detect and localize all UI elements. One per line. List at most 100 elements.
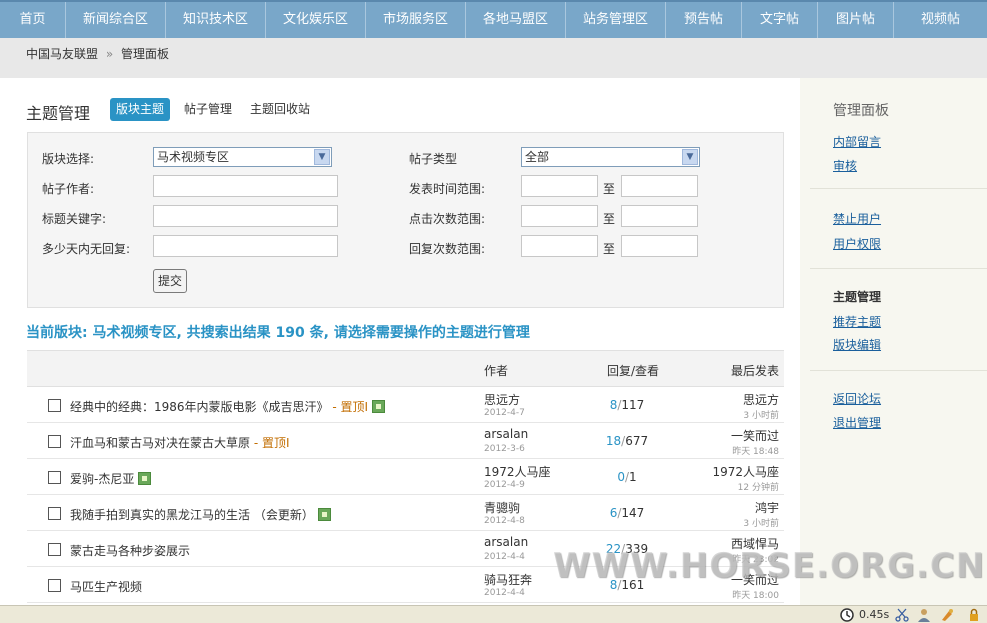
post-type-select[interactable]: 全部 ▼ xyxy=(521,147,700,167)
row-checkbox[interactable] xyxy=(48,543,61,556)
row-checkbox[interactable] xyxy=(48,471,61,484)
forum-select-value: 马术视频专区 xyxy=(157,150,230,164)
sidebar-link-recommend[interactable]: 推荐主题 xyxy=(833,313,881,330)
nav-home[interactable]: 首页 xyxy=(0,2,66,38)
topic-title-text[interactable]: 蒙古走马各种步姿展示 xyxy=(70,544,190,558)
image-attachment-icon xyxy=(138,472,152,485)
time-to-input[interactable] xyxy=(621,175,698,197)
result-summary: 当前版块: 马术视频专区, 共搜索出结果 190 条, 请选择需要操作的主题进行… xyxy=(26,325,530,341)
view-count: 677 xyxy=(625,434,649,448)
chevron-down-icon: ▼ xyxy=(314,149,330,165)
topic-title[interactable]: 汗血马和蒙古马对决在蒙古大草原 - 置顶I xyxy=(70,434,290,451)
topic-title-text[interactable]: 汗血马和蒙古马对决在蒙古大草原 xyxy=(70,436,250,450)
reply-count: 18 xyxy=(605,434,622,448)
last-post-user[interactable]: 一笑而过 xyxy=(731,427,779,444)
topic-author[interactable]: 青骢驹 xyxy=(484,499,520,516)
chevron-down-icon: ▼ xyxy=(682,149,698,165)
nav-image[interactable]: 图片帖 xyxy=(818,2,894,38)
main-panel: 主题管理 版块主题 帖子管理 主题回收站 版块选择: 马术视频专区 ▼ 帖子类型… xyxy=(0,78,800,608)
sidebar-link-ban-user[interactable]: 禁止用户 xyxy=(833,210,881,227)
replies-to-input[interactable] xyxy=(621,235,698,257)
tab-recycle-bin[interactable]: 主题回收站 xyxy=(244,98,316,121)
nav-text[interactable]: 文字帖 xyxy=(742,2,818,38)
sidebar-link-forum-edit[interactable]: 版块编辑 xyxy=(833,336,881,353)
topic-title-text[interactable]: 我随手拍到真实的黑龙江马的生活 （会更新） xyxy=(70,508,314,522)
image-attachment-icon xyxy=(317,508,331,521)
sidebar-link-audit[interactable]: 审核 xyxy=(833,157,857,174)
tab-forum-topics[interactable]: 版块主题 xyxy=(110,98,171,121)
topic-author[interactable]: 1972人马座 xyxy=(484,463,551,480)
nav-culture[interactable]: 文化娱乐区 xyxy=(266,2,366,38)
sidebar-section-topics: 主题管理 xyxy=(833,290,882,304)
topic-title[interactable]: 爱驹-杰尼亚 xyxy=(70,470,152,487)
view-count: 117 xyxy=(621,398,645,412)
header-last-post: 最后发表 xyxy=(730,364,779,378)
topic-author[interactable]: 思远方 xyxy=(484,391,520,408)
keyword-input[interactable] xyxy=(153,205,338,227)
row-checkbox[interactable] xyxy=(48,507,61,520)
replies-from-input[interactable] xyxy=(521,235,598,257)
topic-title-text[interactable]: 马匹生产视频 xyxy=(70,580,142,594)
table-row: 经典中的经典：1986年内蒙版电影《成吉思汗》 - 置顶I 思远方 2012-4-7… xyxy=(27,387,784,423)
breadcrumb-separator: » xyxy=(105,47,114,61)
last-post-user[interactable]: 鸿宇 xyxy=(755,499,779,516)
time-from-input[interactable] xyxy=(521,175,598,197)
last-post-user[interactable]: 思远方 xyxy=(743,391,779,408)
time-range-label: 发表时间范围: xyxy=(409,182,486,196)
header-stats: 回复/查看 xyxy=(607,364,660,378)
topic-date: 2012-4-4 xyxy=(484,552,525,562)
clicks-from-input[interactable] xyxy=(521,205,598,227)
tab-post-manage[interactable]: 帖子管理 xyxy=(178,98,238,121)
row-checkbox[interactable] xyxy=(48,399,61,412)
lock-icon[interactable] xyxy=(967,608,981,622)
scissors-icon[interactable] xyxy=(895,608,909,622)
site-watermark: WWW.HORSE.ORG.CN xyxy=(553,546,986,586)
last-post-user[interactable]: 1972人马座 xyxy=(712,463,779,480)
user-icon[interactable] xyxy=(917,608,931,622)
topic-title-text[interactable]: 经典中的经典：1986年内蒙版电影《成吉思汗》 xyxy=(70,400,329,414)
table-row: 爱驹-杰尼亚 1972人马座 2012-4-9 0/1 1972人马座 12 分钟前 xyxy=(27,459,784,495)
replies-to-label: 至 xyxy=(603,242,616,256)
topic-author[interactable]: 骑马狂奔 xyxy=(484,571,532,588)
sidebar-link-permissions[interactable]: 用户权限 xyxy=(833,235,881,252)
nav-tech[interactable]: 知识技术区 xyxy=(166,2,266,38)
topic-title-text[interactable]: 爱驹-杰尼亚 xyxy=(70,472,134,486)
topic-stats: 0/1 xyxy=(587,470,667,484)
plugin-icon[interactable] xyxy=(940,608,954,622)
breadcrumb-current: 管理面板 xyxy=(121,47,170,61)
sidebar-link-back-forum[interactable]: 返回论坛 xyxy=(833,390,881,407)
nav-video[interactable]: 视频帖 xyxy=(894,2,987,38)
sidebar-link-messages[interactable]: 内部留言 xyxy=(833,133,881,150)
timer-icon xyxy=(840,608,854,622)
author-input[interactable] xyxy=(153,175,338,197)
last-post-time: 12 分钟前 xyxy=(737,483,779,493)
sidebar-title: 管理面板 xyxy=(833,103,889,119)
nav-market[interactable]: 市场服务区 xyxy=(366,2,466,38)
replies-range-label: 回复次数范围: xyxy=(409,242,486,256)
forum-select[interactable]: 马术视频专区 ▼ xyxy=(153,147,332,167)
view-count: 1 xyxy=(629,470,637,484)
sidebar-link-logout[interactable]: 退出管理 xyxy=(833,414,881,431)
nav-preview[interactable]: 预告帖 xyxy=(666,2,742,38)
time-to-label: 至 xyxy=(603,182,616,196)
topic-author[interactable]: arsalan xyxy=(484,535,528,549)
nav-admin[interactable]: 站务管理区 xyxy=(566,2,666,38)
topic-title[interactable]: 我随手拍到真实的黑龙江马的生活 （会更新） xyxy=(70,506,331,523)
topic-title[interactable]: 马匹生产视频 xyxy=(70,578,142,595)
nav-regional[interactable]: 各地马盟区 xyxy=(466,2,566,38)
nav-news[interactable]: 新闻综合区 xyxy=(66,2,166,38)
last-post-time: 昨天 18:48 xyxy=(732,447,779,457)
topic-author[interactable]: arsalan xyxy=(484,427,528,441)
topic-date: 2012-4-8 xyxy=(484,516,525,526)
submit-button[interactable]: 提交 xyxy=(153,269,187,293)
sidebar-divider xyxy=(810,268,987,269)
clicks-to-label: 至 xyxy=(603,212,616,226)
topic-title[interactable]: 蒙古走马各种步姿展示 xyxy=(70,542,190,559)
row-checkbox[interactable] xyxy=(48,579,61,592)
last-post-time: 3 小时前 xyxy=(743,411,779,421)
clicks-to-input[interactable] xyxy=(621,205,698,227)
row-checkbox[interactable] xyxy=(48,435,61,448)
noreply-days-input[interactable] xyxy=(153,235,338,257)
breadcrumb-home[interactable]: 中国马友联盟 xyxy=(26,47,98,61)
topic-title[interactable]: 经典中的经典：1986年内蒙版电影《成吉思汗》 - 置顶I xyxy=(70,398,386,415)
